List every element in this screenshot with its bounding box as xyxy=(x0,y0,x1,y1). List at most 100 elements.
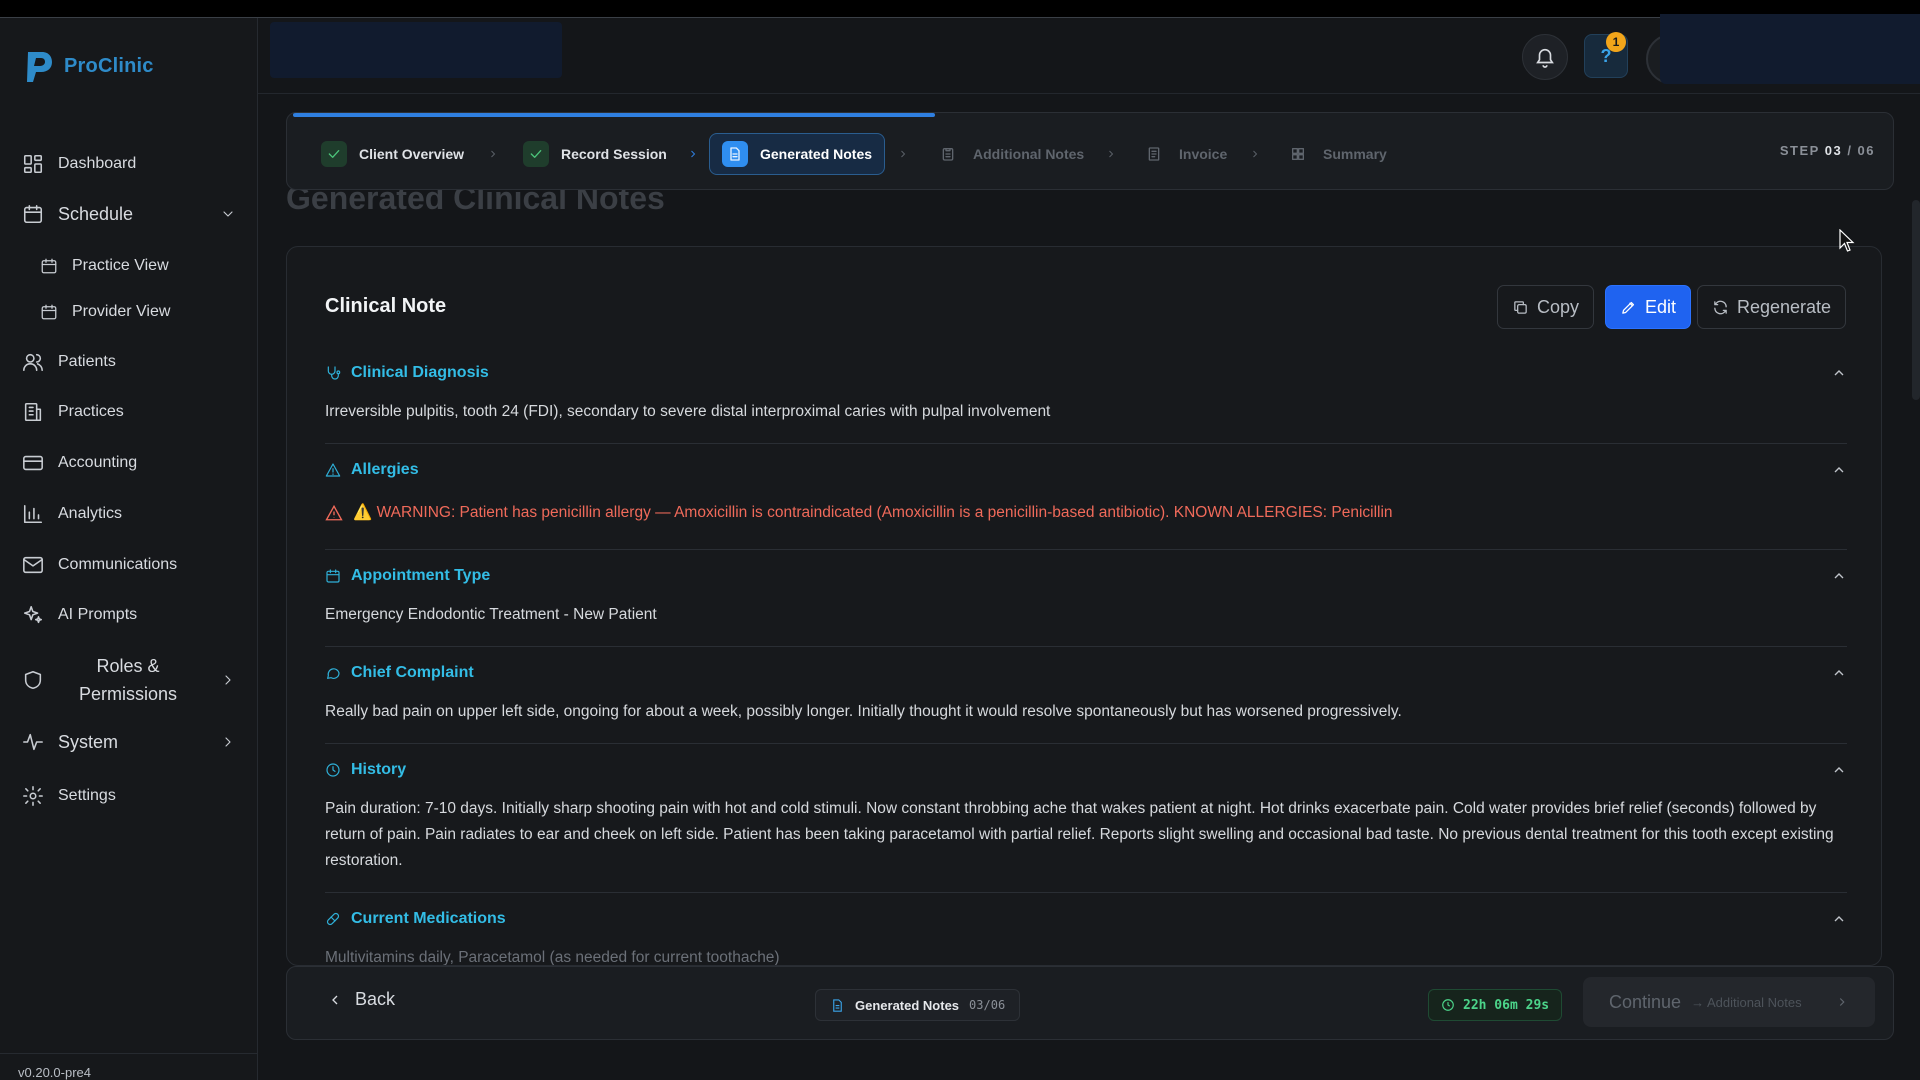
app-name: ProClinic xyxy=(64,54,154,77)
sidebar-item-patients[interactable]: Patients xyxy=(22,342,236,382)
step-label: Additional Notes xyxy=(973,146,1085,162)
current-step-label: Generated Notes xyxy=(855,997,960,1013)
chevron-up-icon[interactable] xyxy=(1831,568,1847,584)
sidebar-item-label: Analytics xyxy=(58,505,123,522)
chevron-right-icon xyxy=(1105,147,1117,159)
notification-badge: 1 xyxy=(1606,32,1626,52)
chevron-up-icon[interactable] xyxy=(1831,911,1847,927)
sidebar-item-communications[interactable]: Communications xyxy=(22,545,236,585)
sidebar-item-schedule[interactable]: Schedule xyxy=(22,194,236,234)
note-title: Clinical Note xyxy=(325,295,447,317)
section-header[interactable]: Allergies xyxy=(325,458,1847,482)
dashboard-icon xyxy=(23,154,43,174)
continue-next-step: → Additional Notes xyxy=(1691,994,1802,1010)
regenerate-button[interactable]: Regenerate xyxy=(1697,285,1847,329)
step-summary[interactable]: Summary xyxy=(1273,133,1399,175)
stepper-progress-bar xyxy=(293,113,936,117)
step-counter: STEP 03 / 06 xyxy=(1780,143,1875,158)
chevron-left-icon xyxy=(332,995,338,1004)
chevron-right-icon xyxy=(1249,147,1261,159)
chevron-up-icon[interactable] xyxy=(1831,462,1847,478)
section-allergies: Allergies ⚠️ WARNING: Patient has penici… xyxy=(325,458,1847,526)
check-icon xyxy=(523,141,549,167)
section-header[interactable]: Current Medications xyxy=(325,907,1847,931)
current-step-counter: 03/06 xyxy=(969,998,1006,1012)
section-title: Chief Complaint xyxy=(351,664,474,681)
step-client-overview[interactable]: Client Overview xyxy=(309,133,476,175)
sidebar-item-ai-prompts[interactable]: AI Prompts xyxy=(22,595,236,635)
copy-icon xyxy=(1514,300,1527,314)
calendar-icon xyxy=(41,258,57,274)
step-counter-current: 03 xyxy=(1824,143,1843,158)
section-chief-complaint: Chief Complaint Really bad pain on upper… xyxy=(325,661,1847,725)
shield-icon xyxy=(24,670,42,690)
clock-icon xyxy=(1442,999,1454,1011)
section-appointment-type: Appointment Type Emergency Endodontic Tr… xyxy=(325,564,1847,628)
calendar-icon xyxy=(41,304,57,320)
section-body: Really bad pain on upper left side, ongo… xyxy=(325,703,1402,720)
copy-button[interactable]: Copy xyxy=(1497,285,1595,329)
regenerate-label: Regenerate xyxy=(1737,296,1832,317)
gear-icon xyxy=(23,786,43,806)
edit-button[interactable]: Edit xyxy=(1605,285,1692,329)
section-header[interactable]: History xyxy=(325,758,1847,782)
proclinic-logo-icon xyxy=(27,52,52,82)
step-invoice[interactable]: Invoice xyxy=(1129,133,1239,175)
step-label: Invoice xyxy=(1179,146,1228,162)
chevron-right-icon xyxy=(687,147,699,159)
sidebar-item-dashboard[interactable]: Dashboard xyxy=(22,144,236,184)
section-divider xyxy=(325,443,1847,444)
sidebar-item-roles-permissions[interactable]: Roles & Permissions xyxy=(22,650,236,710)
step-generated-notes[interactable]: Generated Notes xyxy=(709,133,886,175)
sidebar-item-provider-view[interactable]: Provider View xyxy=(40,292,254,332)
section-header[interactable]: Chief Complaint xyxy=(325,661,1847,685)
mail-icon xyxy=(23,556,43,574)
sidebar-item-settings[interactable]: Settings xyxy=(22,776,236,816)
back-button[interactable]: Back xyxy=(327,989,395,1010)
section-header[interactable]: Clinical Diagnosis xyxy=(325,361,1847,385)
chevron-right-icon[interactable] xyxy=(220,672,236,688)
sidebar-item-practices[interactable]: Practices xyxy=(22,392,236,432)
sidebar-item-practice-view[interactable]: Practice View xyxy=(40,246,254,286)
clock-icon xyxy=(326,763,340,777)
step-record-session[interactable]: Record Session xyxy=(511,133,679,175)
sidebar-item-label: Settings xyxy=(58,787,116,804)
continue-button[interactable]: Continue → Additional Notes xyxy=(1583,977,1875,1027)
sparkle-icon xyxy=(23,605,43,624)
edit-label: Edit xyxy=(1645,296,1677,317)
sidebar-divider xyxy=(0,1053,258,1054)
content-scrollbar[interactable] xyxy=(1912,200,1920,400)
app-logo[interactable]: ProClinic xyxy=(24,48,154,84)
section-current-medications: Current Medications Multivitamins daily,… xyxy=(325,907,1847,965)
pencil-icon xyxy=(1622,301,1635,314)
chevron-up-icon[interactable] xyxy=(1831,365,1847,381)
current-step-pill: Generated Notes 03/06 xyxy=(815,989,1021,1021)
section-clinical-diagnosis: Clinical Diagnosis Irreversible pulpitis… xyxy=(325,361,1847,425)
sidebar-item-label: Communications xyxy=(58,556,178,573)
header-search-placeholder[interactable] xyxy=(270,22,562,78)
clipboard-icon xyxy=(935,141,961,167)
back-label: Back xyxy=(355,989,396,1009)
sidebar-item-accounting[interactable]: Accounting xyxy=(22,443,236,483)
section-title: Allergies xyxy=(351,461,419,478)
step-label: Generated Notes xyxy=(760,146,873,162)
notifications-button[interactable] xyxy=(1522,34,1568,80)
chevron-right-icon xyxy=(487,147,499,159)
sidebar-item-label: Practice View xyxy=(72,257,169,274)
chevron-down-icon[interactable] xyxy=(220,206,236,222)
section-divider xyxy=(325,743,1847,744)
section-header[interactable]: Appointment Type xyxy=(325,564,1847,588)
calendar-icon xyxy=(23,204,43,224)
activity-icon xyxy=(23,733,43,751)
sidebar-item-analytics[interactable]: Analytics xyxy=(22,494,236,534)
chevron-up-icon[interactable] xyxy=(1831,762,1847,778)
step-additional-notes[interactable]: Additional Notes xyxy=(923,133,1096,175)
sidebar-item-label: Patients xyxy=(58,353,116,370)
section-body: Pain duration: 7-10 days. Initially shar… xyxy=(325,800,1834,869)
chevron-up-icon[interactable] xyxy=(1831,665,1847,681)
chevron-right-icon[interactable] xyxy=(220,734,236,750)
sidebar-item-label: Accounting xyxy=(58,454,138,471)
sidebar-item-system[interactable]: System xyxy=(22,722,236,762)
card-icon xyxy=(23,455,43,471)
document-icon xyxy=(722,141,748,167)
